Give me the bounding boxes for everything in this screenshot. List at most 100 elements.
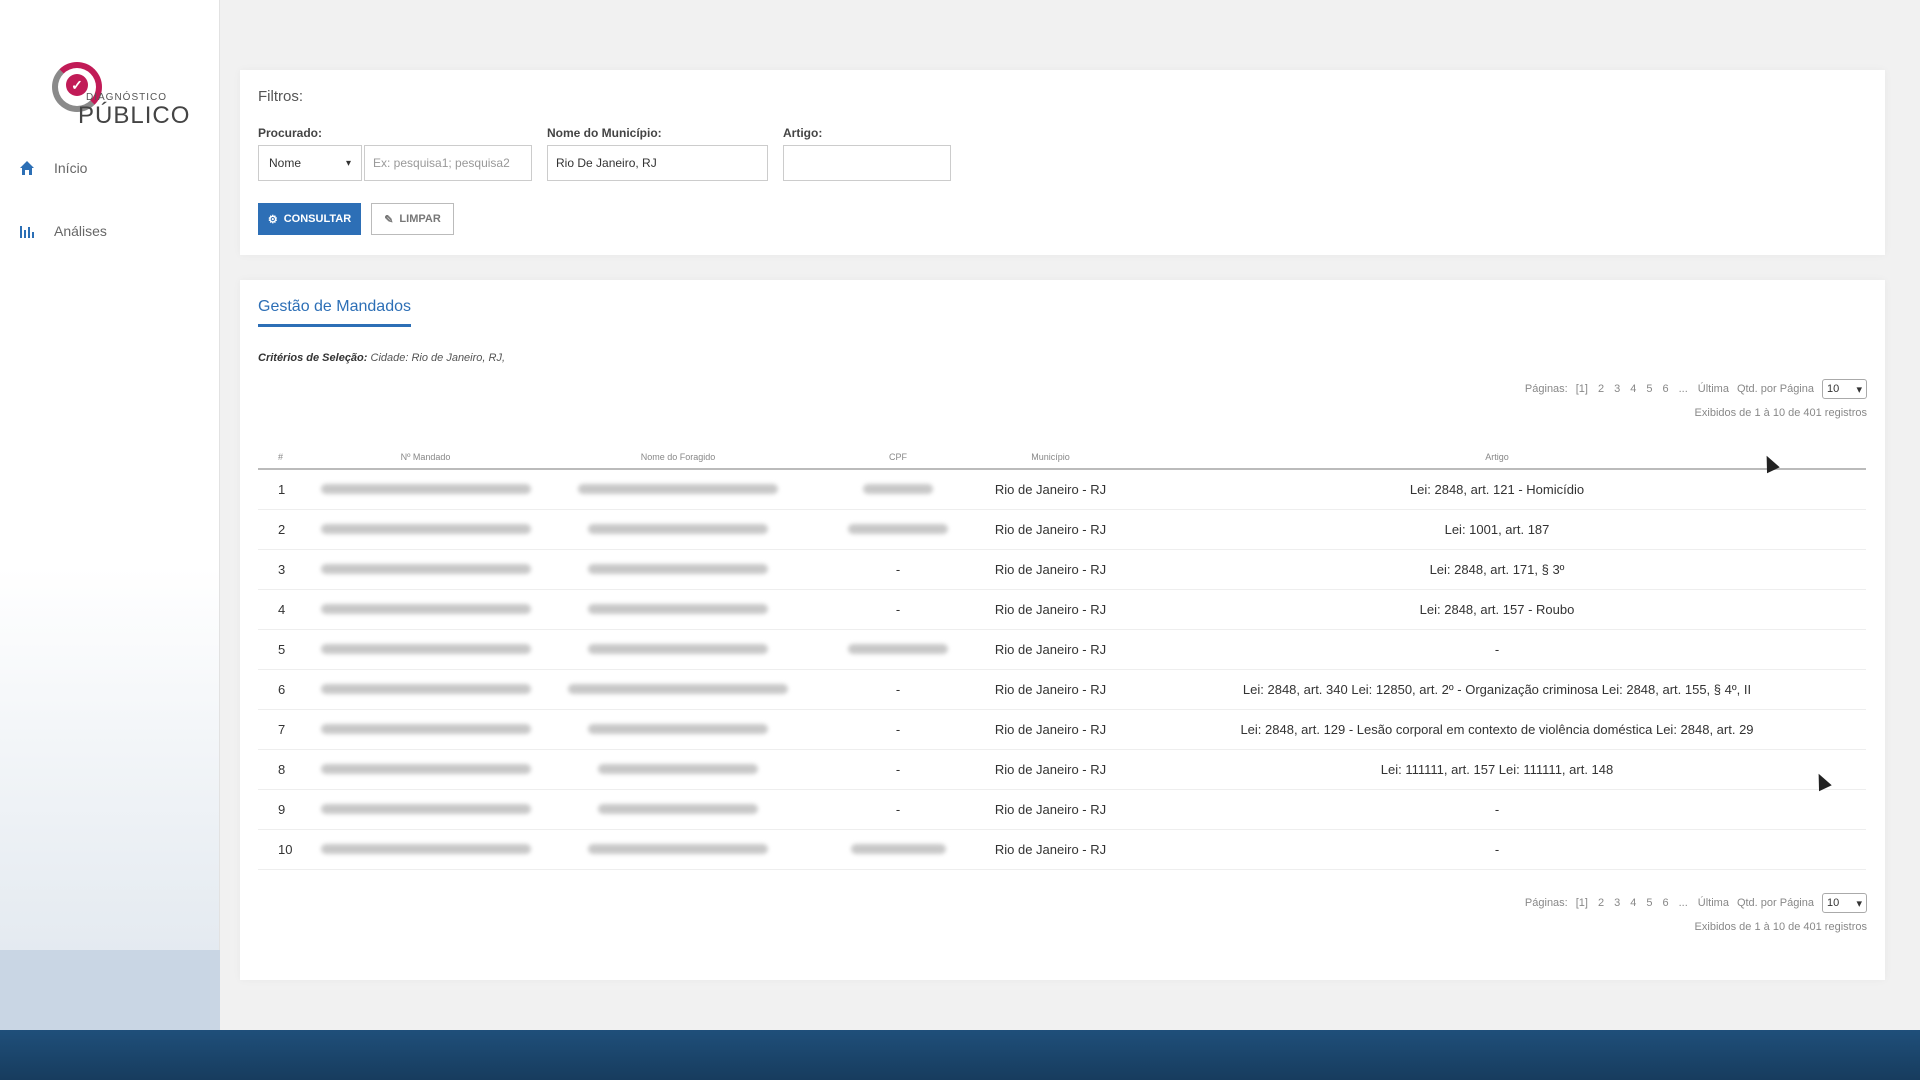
fugitive-name-cell xyxy=(533,469,823,510)
pages-label: Páginas: xyxy=(1524,383,1568,395)
table-row[interactable]: 5 Rio de Janeiro - RJ - xyxy=(258,629,1866,670)
row-number: 4 xyxy=(258,589,318,630)
column-header[interactable]: CPF xyxy=(823,445,973,470)
chevron-down-icon: ▾ xyxy=(1856,383,1862,396)
limpar-label: Limpar xyxy=(399,213,441,225)
page-link[interactable]: 6 xyxy=(1662,383,1668,395)
procurado-value: Nome xyxy=(269,156,302,170)
consultar-button[interactable]: ⚙ Consultar xyxy=(258,203,361,235)
artigo-input[interactable] xyxy=(783,145,951,181)
table-row[interactable]: 1 Rio de Janeiro - RJ Lei: 2848, art. 121 … xyxy=(258,469,1866,510)
search-input[interactable]: Ex: pesquisa1; pesquisa2 xyxy=(364,145,532,181)
check-icon: ✓ xyxy=(66,74,88,96)
municipio-cell: Rio de Janeiro - RJ xyxy=(973,509,1128,550)
per-page-select[interactable]: 10 ▾ xyxy=(1822,379,1867,399)
records-count: Exibidos de 1 à 10 de 401 registros xyxy=(1694,407,1867,419)
page-link[interactable]: 5 xyxy=(1646,897,1652,909)
mandado-number-cell xyxy=(318,509,533,550)
table-row[interactable]: 7 - Rio de Janeiro - RJ Lei: 2848, art. 129… xyxy=(258,709,1866,750)
table-row[interactable]: 9 - Rio de Janeiro - RJ - xyxy=(258,789,1866,830)
municipio-cell: Rio de Janeiro - RJ xyxy=(973,749,1128,790)
cpf-cell: - xyxy=(823,589,973,630)
redacted-value xyxy=(588,643,768,654)
row-number: 5 xyxy=(258,629,318,670)
fugitive-name-cell xyxy=(533,509,823,550)
per-page-select[interactable]: 10 ▾ xyxy=(1822,893,1867,913)
mandado-number-cell xyxy=(318,749,533,790)
page-link[interactable]: 3 xyxy=(1614,383,1620,395)
artigo-cell: - xyxy=(1128,629,1866,670)
logo-title: PÚBLICO xyxy=(78,102,191,129)
table-row[interactable]: 6 - Rio de Janeiro - RJ Lei: 2848, art. 340… xyxy=(258,669,1866,710)
chevron-down-icon: ▾ xyxy=(345,157,351,169)
page-link[interactable]: 4 xyxy=(1630,897,1636,909)
tab-gestao-mandados[interactable]: Gestão de Mandados xyxy=(258,298,411,327)
column-header[interactable]: Município xyxy=(973,445,1128,470)
page-link[interactable]: 6 xyxy=(1662,897,1668,909)
criteria-value: Cidade: Rio de Janeiro, RJ, xyxy=(370,352,506,364)
table-row[interactable]: 8 - Rio de Janeiro - RJ Lei: 111111, art. 1… xyxy=(258,749,1866,790)
row-number: 3 xyxy=(258,549,318,590)
municipio-input[interactable]: Rio De Janeiro, RJ xyxy=(547,145,768,181)
cpf-cell: - xyxy=(823,749,973,790)
redacted-value xyxy=(320,483,531,494)
municipio-cell: Rio de Janeiro - RJ xyxy=(973,709,1128,750)
page-link[interactable]: [1] xyxy=(1576,897,1588,909)
municipio-cell: Rio de Janeiro - RJ xyxy=(973,829,1128,870)
municipio-cell: Rio de Janeiro - RJ xyxy=(973,549,1128,590)
redacted-value xyxy=(848,523,948,534)
per-page-value: 10 xyxy=(1827,383,1840,395)
row-number: 10 xyxy=(258,829,318,870)
sidebar-item-inicio[interactable]: Início xyxy=(18,156,87,180)
page-link[interactable]: [1] xyxy=(1576,383,1588,395)
sidebar-item-analises[interactable]: Análises xyxy=(18,219,107,243)
page-link[interactable]: 2 xyxy=(1598,383,1604,395)
fugitive-name-cell xyxy=(533,669,823,710)
procurado-select[interactable]: Nome ▾ xyxy=(258,145,362,181)
row-number: 8 xyxy=(258,749,318,790)
redacted-value xyxy=(588,563,768,574)
limpar-button[interactable]: ✎ Limpar xyxy=(371,203,454,235)
table-row[interactable]: 2 Rio de Janeiro - RJ Lei: 1001, art. 187 xyxy=(258,509,1866,550)
column-header[interactable]: # xyxy=(258,445,318,470)
column-header[interactable]: Nome do Foragido xyxy=(533,445,823,470)
page-link-last[interactable]: Última xyxy=(1698,897,1729,909)
redacted-value xyxy=(320,523,531,534)
per-page-label: Qtd. por Página xyxy=(1736,383,1814,395)
column-header[interactable]: Artigo xyxy=(1128,445,1866,470)
redacted-value xyxy=(598,803,758,814)
mandado-number-cell xyxy=(318,469,533,510)
mandados-panel: Gestão de Mandados Critérios de Seleção:… xyxy=(240,280,1885,980)
municipio-cell: Rio de Janeiro - RJ xyxy=(973,629,1128,670)
sidebar-item-label: Análises xyxy=(54,223,107,239)
criteria-label: Critérios de Seleção: xyxy=(258,352,368,364)
page-ellipsis: ... xyxy=(1678,383,1688,395)
redacted-value xyxy=(588,523,768,534)
page-link-last[interactable]: Última xyxy=(1698,383,1729,395)
page-link[interactable]: 2 xyxy=(1598,897,1604,909)
artigo-cell: - xyxy=(1128,789,1866,830)
page-link[interactable]: 3 xyxy=(1614,897,1620,909)
page-link[interactable]: 5 xyxy=(1646,383,1652,395)
cpf-cell: - xyxy=(823,789,973,830)
pagination-bottom: Páginas: [1] 2 3 4 5 6 ... Última Qtd. p… xyxy=(1525,893,1867,913)
table-row[interactable]: 3 - Rio de Janeiro - RJ Lei: 2848, art. 171… xyxy=(258,549,1866,590)
row-number: 2 xyxy=(258,509,318,550)
page-link[interactable]: 4 xyxy=(1630,383,1636,395)
mandado-number-cell xyxy=(318,589,533,630)
redacted-value xyxy=(863,483,933,494)
table-row[interactable]: 4 - Rio de Janeiro - RJ Lei: 2848, art. 157… xyxy=(258,589,1866,630)
filters-panel: Filtros: Procurado: Nome ▾ Ex: pesquisa1… xyxy=(240,70,1885,255)
fugitive-name-cell xyxy=(533,749,823,790)
redacted-value xyxy=(320,603,531,614)
mandado-number-cell xyxy=(318,629,533,670)
municipio-cell: Rio de Janeiro - RJ xyxy=(973,669,1128,710)
redacted-value xyxy=(588,603,768,614)
column-header[interactable]: Nº Mandado xyxy=(318,445,533,470)
table-row[interactable]: 10 Rio de Janeiro - RJ - xyxy=(258,829,1866,870)
redacted-value xyxy=(588,723,768,734)
table-header-row: # Nº Mandado Nome do Foragido CPF Municí… xyxy=(258,445,1866,470)
mandado-number-cell xyxy=(318,669,533,710)
app-logo[interactable]: ✓ Diagnóstico PÚBLICO xyxy=(52,62,189,129)
artigo-cell: Lei: 2848, art. 157 - Roubo xyxy=(1128,589,1866,630)
